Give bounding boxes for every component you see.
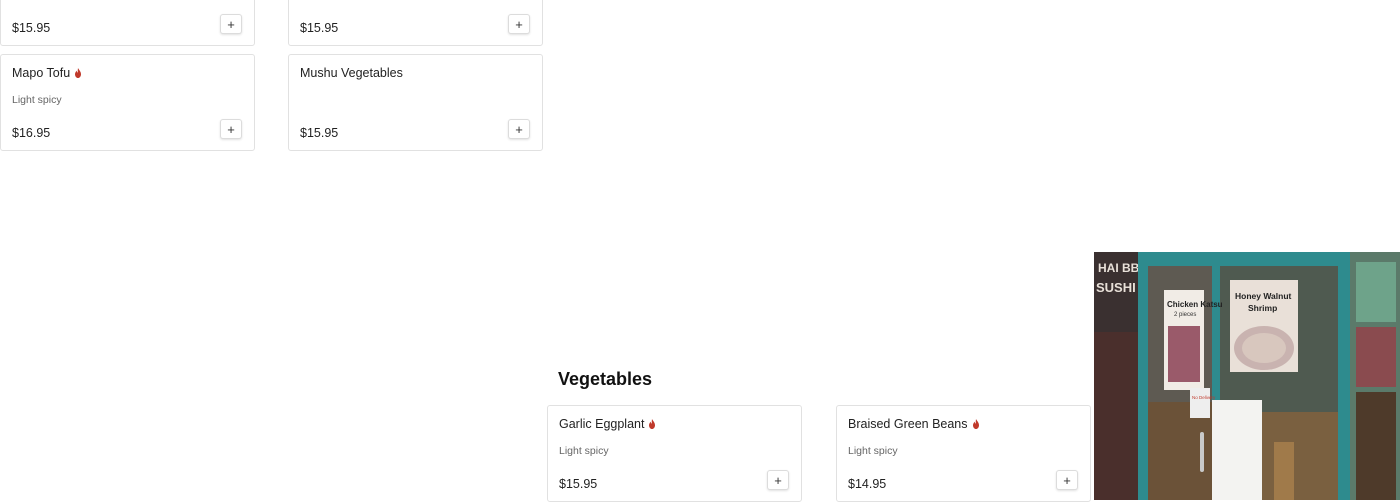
item-spice-level: Light spicy [848, 445, 898, 457]
poster-right-title-line2: Shrimp [1248, 303, 1277, 313]
add-to-cart-button[interactable]: + [508, 119, 530, 139]
spicy-flame-icon [972, 419, 979, 429]
item-name-row: Mapo Tofu [12, 66, 82, 80]
item-name: Mushu Vegetables [300, 66, 403, 80]
item-spice-level: Light spicy [12, 94, 62, 106]
menu-item-card[interactable]: $15.95 + [0, 0, 255, 46]
restaurant-storefront-photo: HAI BBQ SUSHI Chicken Katsu 2 pieces Hon… [1094, 252, 1400, 500]
item-name-row: Braised Green Beans [848, 417, 980, 431]
spicy-flame-icon [649, 419, 656, 429]
item-price: $15.95 [12, 21, 51, 35]
poster-left-subtitle: 2 pieces [1174, 312, 1196, 318]
add-to-cart-button[interactable]: + [767, 470, 789, 490]
item-name: Garlic Eggplant [559, 417, 645, 431]
item-name-row: Mushu Vegetables [300, 66, 403, 80]
item-price: $15.95 [300, 21, 339, 35]
item-price: $14.95 [848, 477, 887, 491]
storefront-illustration: HAI BBQ SUSHI Chicken Katsu 2 pieces Hon… [1094, 252, 1400, 500]
menu-item-card[interactable]: Garlic Eggplant Light spicy $15.95 + [547, 405, 802, 502]
item-name: Mapo Tofu [12, 66, 71, 80]
item-name-row: Garlic Eggplant [559, 417, 656, 431]
menu-item-card[interactable]: Mushu Vegetables $15.95 + [288, 54, 543, 151]
spicy-flame-icon [75, 68, 82, 78]
section-title-vegetables: Vegetables [558, 369, 653, 389]
item-name: Braised Green Beans [848, 417, 968, 431]
item-price: $15.95 [300, 126, 339, 140]
item-price: $15.95 [559, 477, 598, 491]
menu-item-card[interactable]: Mapo Tofu Light spicy $16.95 + [0, 54, 255, 151]
menu-item-card[interactable]: $15.95 + [288, 0, 543, 46]
add-to-cart-button[interactable]: + [1056, 470, 1078, 490]
door-sign-text: No Delivery [1192, 395, 1216, 400]
item-price: $16.95 [12, 126, 51, 140]
add-to-cart-button[interactable]: + [220, 119, 242, 139]
add-to-cart-button[interactable]: + [508, 14, 530, 34]
sign-text-line2: SUSHI [1096, 280, 1136, 295]
add-to-cart-button[interactable]: + [220, 14, 242, 34]
item-spice-level: Light spicy [559, 445, 609, 457]
poster-left-title: Chicken Katsu [1167, 300, 1223, 309]
menu-item-card[interactable]: Braised Green Beans Light spicy $14.95 + [836, 405, 1091, 502]
poster-right-title-line1: Honey Walnut [1235, 291, 1292, 301]
